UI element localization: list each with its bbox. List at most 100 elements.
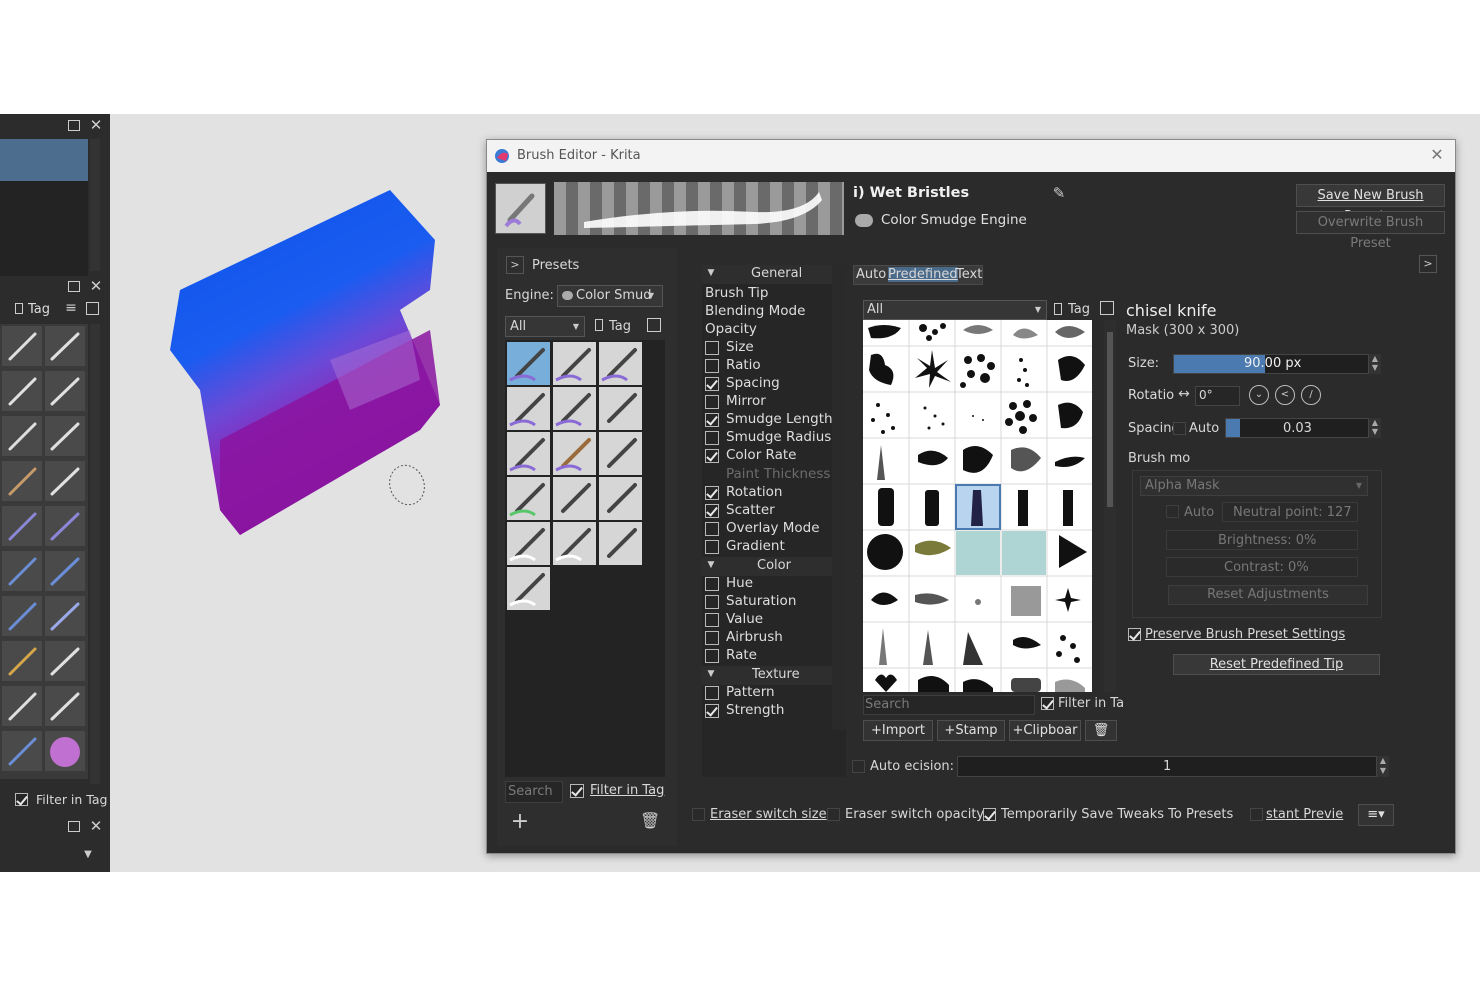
option-hue[interactable]: Hue bbox=[726, 575, 753, 591]
saturation-checkbox[interactable] bbox=[705, 595, 719, 609]
airbrush-checkbox[interactable] bbox=[705, 631, 719, 645]
option-airbrush[interactable]: Airbrush bbox=[726, 629, 783, 645]
option-opacity[interactable]: Opacity bbox=[705, 321, 757, 337]
option-rate[interactable]: Rate bbox=[726, 647, 757, 663]
size-spin[interactable]: ▲ ▼ bbox=[1369, 354, 1381, 374]
bookmark-icon[interactable] bbox=[595, 319, 603, 331]
tag-label[interactable]: Tag bbox=[609, 319, 631, 334]
rotation-dial-icon[interactable]: ⌄ bbox=[1249, 385, 1269, 405]
mirror-checkbox[interactable] bbox=[705, 395, 719, 409]
tip-scroll-thumb[interactable] bbox=[1107, 332, 1113, 507]
filter-in-tag-checkbox[interactable] bbox=[570, 784, 584, 798]
eraser-size-checkbox[interactable] bbox=[692, 808, 705, 821]
float-icon[interactable] bbox=[68, 821, 80, 832]
option-pattern[interactable]: Pattern bbox=[726, 684, 775, 700]
option-strength[interactable]: Strength bbox=[726, 702, 784, 718]
tip-filter-dropdown[interactable] bbox=[863, 300, 1047, 320]
overlay-mode-checkbox[interactable] bbox=[705, 522, 719, 536]
menu-button[interactable]: ≡▾ bbox=[1358, 804, 1394, 826]
option-smudge-length[interactable]: Smudge Length bbox=[726, 411, 833, 427]
tip-filter-in-tag-checkbox[interactable] bbox=[1041, 697, 1054, 710]
close-icon[interactable]: ✕ bbox=[88, 116, 104, 134]
option-blending-mode[interactable]: Blending Mode bbox=[705, 303, 805, 319]
option-mirror[interactable]: Mirror bbox=[726, 393, 766, 409]
chevron-right-icon[interactable]: > bbox=[1419, 255, 1437, 273]
tag-label[interactable]: Tag bbox=[28, 302, 50, 317]
bookmark-icon[interactable] bbox=[1054, 303, 1062, 315]
option-smudge-radius[interactable]: Smudge Radius bbox=[726, 429, 831, 445]
ratio-checkbox[interactable] bbox=[705, 359, 719, 373]
delete-tip-button[interactable]: 🗑 bbox=[1085, 720, 1117, 741]
auto-precision-checkbox[interactable] bbox=[852, 760, 865, 773]
clipboard-button[interactable]: +Clipboar bbox=[1009, 720, 1081, 741]
option-size[interactable]: Size bbox=[726, 339, 754, 355]
smudge-length-checkbox[interactable] bbox=[705, 413, 719, 427]
left-preset-thumbs bbox=[2, 326, 85, 771]
value-checkbox[interactable] bbox=[705, 613, 719, 627]
preserve-settings-checkbox[interactable] bbox=[1128, 628, 1141, 641]
option-scatter[interactable]: Scatter bbox=[726, 502, 775, 518]
option-saturation[interactable]: Saturation bbox=[726, 593, 796, 609]
float-icon[interactable] bbox=[68, 281, 80, 292]
scrollbar[interactable] bbox=[90, 324, 100, 784]
scatter-checkbox[interactable] bbox=[705, 504, 719, 518]
temp-save-checkbox[interactable] bbox=[983, 808, 996, 821]
dropdown-arrow-icon[interactable]: ▼ bbox=[82, 849, 94, 860]
precision-spin[interactable]: ▲ ▼ bbox=[1377, 756, 1389, 777]
pattern-checkbox[interactable] bbox=[705, 686, 719, 700]
tab-text[interactable]: Text bbox=[956, 267, 982, 282]
close-icon[interactable]: ✕ bbox=[88, 817, 104, 835]
chevron-right-icon[interactable]: > bbox=[506, 256, 524, 274]
rotation-dial-icon[interactable]: / bbox=[1301, 385, 1321, 405]
reset-predefined-tip-button[interactable]: Reset Predefined Tip bbox=[1173, 654, 1380, 675]
option-color-rate[interactable]: Color Rate bbox=[726, 447, 797, 463]
tip-thumbnails[interactable] bbox=[863, 320, 1092, 692]
instant-preview-checkbox[interactable] bbox=[1250, 808, 1263, 821]
gradient-checkbox[interactable] bbox=[705, 540, 719, 554]
float-icon[interactable] bbox=[68, 120, 80, 131]
option-rotation[interactable]: Rotation bbox=[726, 484, 782, 500]
panel-icon[interactable] bbox=[647, 318, 661, 332]
spacing-spin[interactable]: ▲ ▼ bbox=[1369, 418, 1381, 438]
option-overlay-mode[interactable]: Overlay Mode bbox=[726, 520, 820, 536]
panel-icon[interactable] bbox=[86, 302, 99, 315]
spacing-checkbox[interactable] bbox=[705, 377, 719, 391]
save-new-preset-button[interactable]: Save New Brush Preset... bbox=[1296, 184, 1445, 224]
section-general-label: General bbox=[751, 266, 803, 281]
stamp-button[interactable]: +Stamp bbox=[937, 720, 1005, 741]
add-icon[interactable]: + bbox=[508, 809, 532, 834]
rotation-dial-icon[interactable]: < bbox=[1275, 385, 1295, 405]
plus-icon: + bbox=[1012, 723, 1024, 738]
option-gradient[interactable]: Gradient bbox=[726, 538, 785, 554]
tab-predefined[interactable]: Predefined bbox=[888, 267, 958, 282]
option-brush-tip[interactable]: Brush Tip bbox=[705, 285, 768, 301]
close-icon[interactable]: ✕ bbox=[1428, 145, 1446, 164]
hue-checkbox[interactable] bbox=[705, 577, 719, 591]
rotation-checkbox[interactable] bbox=[705, 486, 719, 500]
scrollbar[interactable] bbox=[90, 139, 100, 271]
spacing-auto-checkbox[interactable] bbox=[1173, 422, 1186, 435]
smudge-radius-checkbox[interactable] bbox=[705, 431, 719, 445]
menu-icon[interactable]: ≡ bbox=[64, 300, 78, 316]
import-button[interactable]: +Import bbox=[863, 720, 933, 741]
strength-checkbox[interactable] bbox=[705, 704, 719, 718]
rate-checkbox[interactable] bbox=[705, 649, 719, 663]
tip-tag-label[interactable]: Tag bbox=[1068, 302, 1090, 317]
option-value[interactable]: Value bbox=[726, 611, 763, 627]
trash-icon[interactable]: 🗑 bbox=[640, 811, 660, 830]
overwrite-preset-button[interactable]: Overwrite Brush Preset bbox=[1296, 211, 1445, 251]
clipboard-label: Clipboar bbox=[1023, 723, 1078, 738]
option-ratio[interactable]: Ratio bbox=[726, 357, 761, 373]
color-rate-checkbox[interactable] bbox=[705, 449, 719, 463]
eraser-opacity-checkbox[interactable] bbox=[827, 808, 840, 821]
pencil-icon[interactable]: ✎ bbox=[1049, 184, 1069, 202]
size-checkbox[interactable] bbox=[705, 341, 719, 355]
filter-in-tag-checkbox[interactable] bbox=[15, 793, 28, 806]
close-icon[interactable]: ✕ bbox=[88, 277, 104, 295]
rotation-value: 0° bbox=[1199, 388, 1213, 402]
bookmark-icon[interactable] bbox=[15, 303, 23, 314]
panel-icon[interactable] bbox=[1100, 301, 1114, 315]
option-spacing[interactable]: Spacing bbox=[726, 375, 780, 391]
spacing-label: Spacing bbox=[1128, 421, 1180, 436]
tab-auto[interactable]: Auto bbox=[856, 267, 886, 282]
